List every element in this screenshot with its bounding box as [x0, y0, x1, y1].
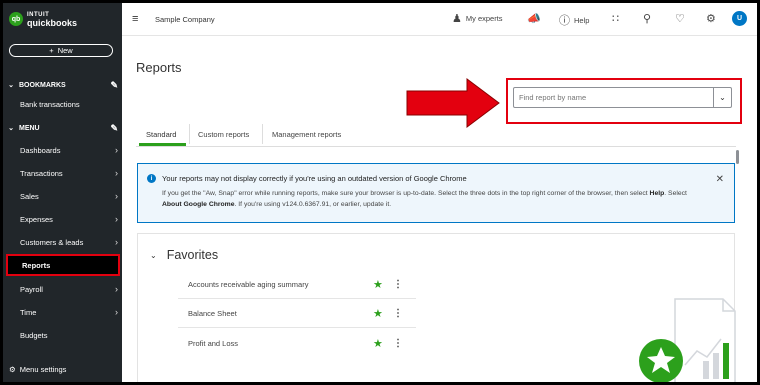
chrome-warning-alert: i Your reports may not display correctly…: [137, 163, 735, 223]
bookmarks-header[interactable]: ⌄ BOOKMARKS ✎: [3, 77, 122, 93]
page-title: Reports: [136, 60, 182, 75]
gear-icon: ⚙: [9, 365, 16, 374]
more-options-icon[interactable]: ⋮: [393, 279, 403, 290]
report-tabs: Standard Custom reports Management repor…: [136, 125, 736, 147]
chevron-right-icon: ›: [115, 307, 118, 317]
alert-body: If you get the "Aw, Snap" error while ru…: [162, 190, 687, 208]
hamburger-icon[interactable]: ≡: [132, 13, 138, 25]
sidebar-item-transactions[interactable]: Transactions ›: [3, 162, 122, 184]
chevron-right-icon: ›: [115, 237, 118, 247]
star-icon[interactable]: ★: [373, 307, 383, 320]
help-button[interactable]: ⓘ Help: [559, 12, 589, 28]
tab-divider: [189, 124, 190, 144]
sidebar-item-reports[interactable]: Reports: [6, 254, 120, 276]
help-icon: ⓘ: [559, 15, 570, 27]
tab-divider: [262, 124, 263, 144]
sidebar-item-label: Customers & leads: [20, 237, 84, 247]
new-button[interactable]: + New: [9, 44, 113, 57]
favorites-illustration: [639, 298, 736, 382]
chevron-right-icon: ›: [115, 284, 118, 294]
help-label: Help: [574, 15, 590, 25]
menu-settings-button[interactable]: ⚙ Menu settings: [9, 365, 66, 374]
chevron-down-icon: ⌄: [150, 250, 157, 260]
avatar[interactable]: U: [732, 11, 747, 26]
search-icon[interactable]: ⚲: [643, 12, 651, 25]
chevron-right-icon: ›: [115, 214, 118, 224]
tab-custom-reports[interactable]: Custom reports: [198, 130, 249, 139]
app-window: qb INTUIT quickbooks + New ⌄ BOOKMARKS ✎…: [3, 3, 757, 382]
my-experts-button[interactable]: ♟ My experts: [452, 12, 503, 25]
menu-settings-label: Menu settings: [19, 365, 67, 374]
info-icon: i: [147, 174, 156, 183]
favorite-report-row[interactable]: Accounts receivable aging summary ★ ⋮: [178, 271, 416, 299]
sidebar-item-label: Budgets: [20, 330, 48, 340]
report-name[interactable]: Accounts receivable aging summary: [188, 280, 308, 289]
favorite-report-row[interactable]: Profit and Loss ★ ⋮: [178, 329, 416, 357]
bell-icon[interactable]: ♡: [675, 12, 685, 25]
menu-label: MENU: [19, 124, 40, 132]
sidebar-item-dashboards[interactable]: Dashboards ›: [3, 139, 122, 161]
sidebar: qb INTUIT quickbooks + New ⌄ BOOKMARKS ✎…: [3, 3, 122, 382]
favorites-header[interactable]: ⌄ Favorites: [150, 248, 218, 262]
apps-grid-icon[interactable]: ∷: [612, 12, 619, 25]
report-name[interactable]: Balance Sheet: [188, 309, 237, 318]
favorites-title: Favorites: [166, 248, 219, 262]
sidebar-item-time[interactable]: Time ›: [3, 301, 122, 323]
find-report-input[interactable]: [514, 88, 714, 107]
tab-standard[interactable]: Standard: [146, 130, 176, 139]
more-options-icon[interactable]: ⋮: [393, 308, 403, 319]
my-experts-label: My experts: [465, 14, 503, 23]
find-report-combobox[interactable]: ⌄: [513, 87, 732, 108]
sidebar-item-label: Time: [20, 307, 37, 317]
favorite-report-row[interactable]: Balance Sheet ★ ⋮: [178, 300, 416, 328]
sidebar-item-customers-leads[interactable]: Customers & leads ›: [3, 231, 122, 253]
red-arrow-annotation: [406, 78, 500, 128]
scrollbar-thumb[interactable]: [736, 150, 739, 164]
menu-header[interactable]: ⌄ MENU ✎: [3, 120, 122, 136]
alert-title: Your reports may not display correctly i…: [162, 174, 467, 183]
report-name[interactable]: Profit and Loss: [188, 339, 238, 348]
active-tab-indicator: [139, 143, 186, 146]
sidebar-item-label: Transactions: [20, 168, 63, 178]
sidebar-item-sales[interactable]: Sales ›: [3, 185, 122, 207]
chevron-right-icon: ›: [115, 168, 118, 178]
company-name: Sample Company: [155, 14, 215, 24]
megaphone-icon[interactable]: 📣: [527, 12, 541, 25]
chevron-down-icon: ⌄: [8, 82, 14, 89]
gear-icon[interactable]: ⚙: [706, 12, 716, 25]
sidebar-item-label: Bank transactions: [20, 99, 80, 109]
chevron-down-icon: ⌄: [8, 125, 14, 132]
close-icon[interactable]: ✕: [716, 174, 724, 185]
star-icon[interactable]: ★: [373, 337, 383, 350]
chevron-down-icon[interactable]: ⌄: [713, 88, 731, 107]
chevron-right-icon: ›: [115, 145, 118, 155]
sidebar-item-label: Expenses: [20, 214, 53, 224]
sidebar-item-expenses[interactable]: Expenses ›: [3, 208, 122, 230]
sidebar-item-label: Payroll: [20, 284, 43, 294]
star-icon[interactable]: ★: [373, 278, 383, 291]
new-button-label: New: [57, 46, 73, 55]
top-bar: ≡ Sample Company ♟ My experts 📣 ⓘ Help ∷…: [122, 3, 757, 36]
sidebar-item-budgets[interactable]: Budgets: [3, 324, 122, 346]
more-options-icon[interactable]: ⋮: [393, 338, 403, 349]
chevron-right-icon: ›: [115, 191, 118, 201]
edit-bookmarks-icon[interactable]: ✎: [110, 80, 118, 91]
plus-icon: +: [49, 46, 54, 55]
sidebar-item-label: Sales: [20, 191, 39, 201]
sidebar-item-payroll[interactable]: Payroll ›: [3, 278, 122, 300]
logo-quickbooks-text: quickbooks: [27, 18, 78, 28]
quickbooks-logo-icon: qb: [9, 12, 23, 26]
edit-menu-icon[interactable]: ✎: [110, 123, 118, 134]
sidebar-item-label: Dashboards: [20, 145, 61, 155]
quickbooks-logo[interactable]: qb INTUIT quickbooks: [9, 11, 78, 28]
bookmarks-label: BOOKMARKS: [19, 81, 66, 89]
sidebar-item-bank-transactions[interactable]: Bank transactions: [3, 93, 122, 115]
sidebar-item-label: Reports: [22, 260, 51, 270]
tab-management-reports[interactable]: Management reports: [272, 130, 341, 139]
person-icon: ♟: [452, 13, 462, 25]
